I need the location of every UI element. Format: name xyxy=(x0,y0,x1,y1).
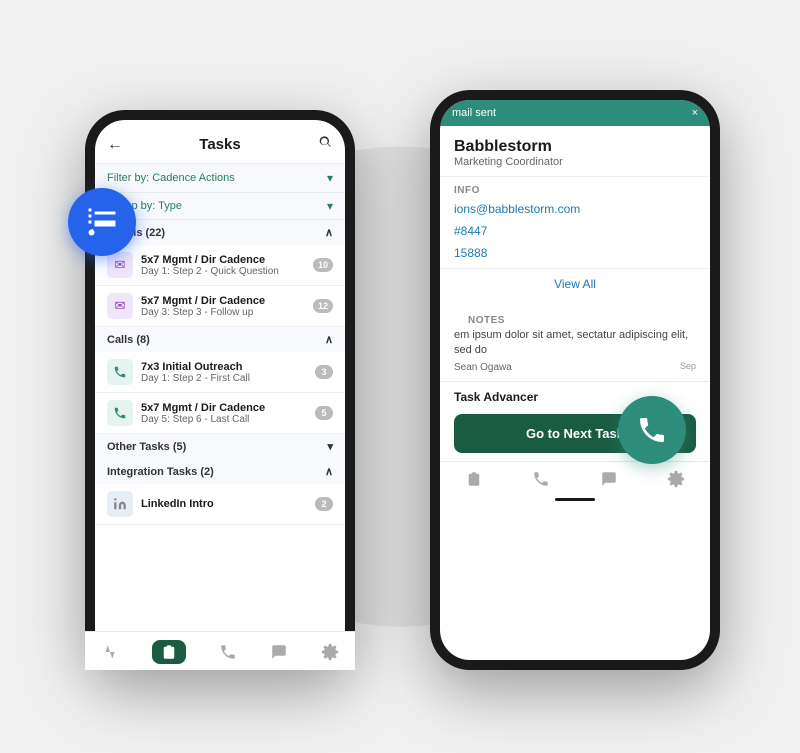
task-item[interactable]: LinkedIn Intro 2 xyxy=(95,484,345,525)
task-item[interactable]: 7x3 Initial Outreach Day 1: Step 2 - Fir… xyxy=(95,352,345,393)
tasks-fab-icon xyxy=(84,204,120,240)
task-item[interactable]: ✉ 5x7 Mgmt / Dir Cadence Day 3: Step 3 -… xyxy=(95,286,345,327)
calls-section-header[interactable]: Calls (8) ∧ xyxy=(95,327,345,352)
filter-bar[interactable]: Filter by: Cadence Actions ▾ xyxy=(95,164,345,193)
task-sub: Day 5: Step 6 - Last Call xyxy=(141,414,307,425)
notes-section: Notes em ipsum dolor sit amet, sectatur … xyxy=(440,303,710,377)
calls-chevron-icon: ∧ xyxy=(325,333,333,346)
contact-role: Marketing Coordinator xyxy=(454,156,696,168)
notes-section-label: Notes xyxy=(454,307,696,328)
right-bottom-nav xyxy=(440,461,710,494)
message-nav-item[interactable] xyxy=(270,643,288,660)
tasks-header: ← Tasks xyxy=(95,120,345,164)
task-item[interactable]: 5x7 Mgmt / Dir Cadence Day 5: Step 6 - L… xyxy=(95,393,345,434)
task-text: LinkedIn Intro xyxy=(141,498,307,510)
info-section: Info ions@babblestorm.com #8447 15888 Vi… xyxy=(440,177,710,299)
contact-phone2[interactable]: 15888 xyxy=(440,242,710,264)
task-name: 5x7 Mgmt / Dir Cadence xyxy=(141,402,307,414)
integration-tasks-chevron-icon: ∧ xyxy=(325,465,333,478)
activity-nav-item[interactable] xyxy=(101,643,119,660)
integration-tasks-section-title: Integration Tasks (2) xyxy=(107,466,214,478)
settings-nav-item[interactable] xyxy=(321,643,339,660)
right-phone-nav-item[interactable] xyxy=(532,470,550,488)
notes-author: Sean Ogawa xyxy=(454,362,512,373)
task-text: 5x7 Mgmt / Dir Cadence Day 3: Step 3 - F… xyxy=(141,295,305,318)
contact-header: Babblestorm Marketing Coordinator xyxy=(440,126,710,177)
tasks-phone: ← Tasks Filter by: Cadence Actions ▾ Gro… xyxy=(85,110,355,670)
right-settings-nav-item[interactable] xyxy=(667,470,685,488)
contact-screen: mail sent × Babblestorm Marketing Coordi… xyxy=(440,100,710,660)
integration-tasks-section-header[interactable]: Integration Tasks (2) ∧ xyxy=(95,459,345,484)
email-icon: ✉ xyxy=(107,252,133,278)
email-link[interactable]: ions@babblestorm.com xyxy=(454,202,580,216)
task-sub: Day 1: Step 2 - Quick Question xyxy=(141,266,305,277)
phone-fab-icon xyxy=(636,414,668,446)
search-button[interactable] xyxy=(317,134,333,155)
filter-chevron-icon: ▾ xyxy=(327,171,333,185)
task-name: 5x7 Mgmt / Dir Cadence xyxy=(141,254,305,266)
task-sub: Day 1: Step 2 - First Call xyxy=(141,373,307,384)
mail-sent-text: mail sent xyxy=(452,107,496,119)
tasks-screen: ← Tasks Filter by: Cadence Actions ▾ Gro… xyxy=(95,120,345,660)
task-name: 7x3 Initial Outreach xyxy=(141,361,307,373)
other-tasks-section-header[interactable]: Other Tasks (5) ▾ xyxy=(95,434,345,459)
mail-sent-bar: mail sent × xyxy=(440,100,710,126)
tasks-content: Emails (22) ∧ ✉ 5x7 Mgmt / Dir Cadence D… xyxy=(95,220,345,660)
bottom-nav xyxy=(95,631,345,660)
call-icon xyxy=(107,400,133,426)
calls-section-title: Calls (8) xyxy=(107,334,150,346)
right-message-nav-item[interactable] xyxy=(600,470,618,488)
phone-nav-item[interactable] xyxy=(219,643,237,660)
contact-phone1[interactable]: #8447 xyxy=(440,220,710,242)
email-icon: ✉ xyxy=(107,293,133,319)
task-badge: 12 xyxy=(313,299,333,313)
call-icon xyxy=(107,359,133,385)
tasks-title: Tasks xyxy=(199,136,240,153)
task-name: 5x7 Mgmt / Dir Cadence xyxy=(141,295,305,307)
back-button[interactable]: ← xyxy=(107,136,123,154)
task-badge: 2 xyxy=(315,497,333,511)
emails-chevron-icon: ∧ xyxy=(325,226,333,239)
notes-date: Sep xyxy=(680,361,696,371)
right-home-indicator xyxy=(555,498,595,501)
tasks-nav-item[interactable] xyxy=(152,640,186,660)
mail-sent-close-icon[interactable]: × xyxy=(692,107,698,119)
other-tasks-section-title: Other Tasks (5) xyxy=(107,441,186,453)
linkedin-icon xyxy=(107,491,133,517)
phone-fab[interactable] xyxy=(618,396,686,464)
phone1-link[interactable]: #8447 xyxy=(454,224,487,238)
contact-phone: mail sent × Babblestorm Marketing Coordi… xyxy=(430,90,720,670)
task-name: LinkedIn Intro xyxy=(141,498,307,510)
other-tasks-chevron-icon: ▾ xyxy=(327,440,333,453)
view-all-button[interactable]: View All xyxy=(440,268,710,299)
notes-text: em ipsum dolor sit amet, sectatur adipis… xyxy=(454,328,696,359)
phone2-link[interactable]: 15888 xyxy=(454,246,487,260)
info-section-label: Info xyxy=(440,177,710,198)
group-chevron-icon: ▾ xyxy=(327,199,333,213)
task-sub: Day 3: Step 3 - Follow up xyxy=(141,307,305,318)
tasks-fab[interactable] xyxy=(68,188,136,256)
filter-label: Filter by: Cadence Actions xyxy=(107,172,235,184)
contact-name: Babblestorm xyxy=(454,138,696,156)
contact-email[interactable]: ions@babblestorm.com xyxy=(440,198,710,220)
task-item[interactable]: ✉ 5x7 Mgmt / Dir Cadence Day 1: Step 2 -… xyxy=(95,245,345,286)
task-badge: 10 xyxy=(313,258,333,272)
right-tasks-nav-item[interactable] xyxy=(465,470,483,488)
task-badge: 3 xyxy=(315,365,333,379)
task-badge: 5 xyxy=(315,406,333,420)
task-text: 7x3 Initial Outreach Day 1: Step 2 - Fir… xyxy=(141,361,307,384)
task-text: 5x7 Mgmt / Dir Cadence Day 1: Step 2 - Q… xyxy=(141,254,305,277)
task-text: 5x7 Mgmt / Dir Cadence Day 5: Step 6 - L… xyxy=(141,402,307,425)
